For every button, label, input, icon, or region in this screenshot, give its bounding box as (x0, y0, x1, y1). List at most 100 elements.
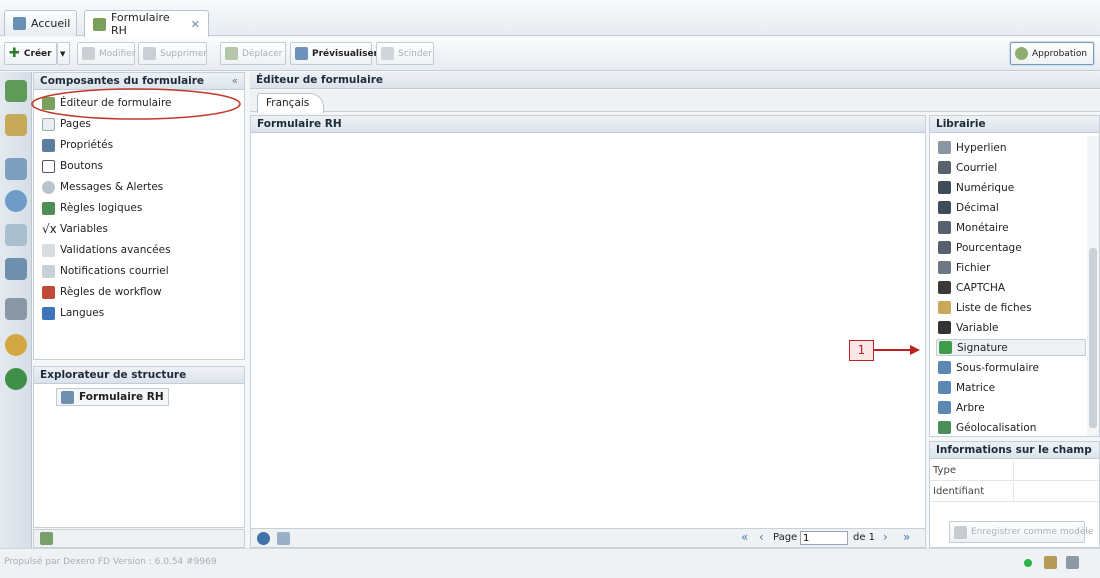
library-item-captcha[interactable]: CAPTCHA (936, 279, 1086, 296)
form-icon[interactable] (5, 158, 27, 180)
tab-francais[interactable]: Français (257, 93, 325, 113)
globe-lock-icon[interactable] (5, 190, 27, 212)
left-icon-rail (0, 72, 32, 548)
page-input[interactable] (800, 531, 848, 545)
hyperlink-icon (938, 141, 951, 154)
library-item-fichier[interactable]: Fichier (936, 259, 1086, 276)
preview-button[interactable]: Prévisualiser (290, 42, 378, 65)
library-item-label: Arbre (956, 401, 985, 414)
clock-icon[interactable] (5, 334, 27, 356)
library-item-label: Décimal (956, 201, 999, 214)
next-page-icon[interactable]: › (883, 530, 888, 544)
workflow-rules-icon (42, 285, 55, 299)
library-item-label: Liste de fiches (956, 301, 1032, 314)
library-item-décimal[interactable]: Décimal (936, 199, 1086, 216)
tree-node-form[interactable]: Formulaire RH (56, 388, 169, 406)
subform-icon (938, 361, 951, 374)
approval-button[interactable]: Approbation (1010, 42, 1094, 65)
library-item-arbre[interactable]: Arbre (936, 399, 1086, 416)
library-item-variable[interactable]: Variable (936, 319, 1086, 336)
delete-button[interactable]: Supprimer (138, 42, 207, 65)
modify-button[interactable]: Modifier (77, 42, 135, 65)
tab-bar: Accueil Formulaire RH ✕ (0, 0, 1100, 37)
tab-accueil[interactable]: Accueil (4, 10, 77, 36)
library-item-label: Courriel (956, 161, 998, 174)
library-item-liste-de-fiches[interactable]: Liste de fiches (936, 299, 1086, 316)
globe-icon[interactable] (5, 368, 27, 390)
button-icon (42, 159, 55, 173)
page-label: Page (773, 532, 798, 543)
library-item-label: Fichier (956, 261, 991, 274)
recycle-bin-icon[interactable] (40, 532, 53, 545)
editor-title: Éditeur de formulaire (250, 72, 1100, 89)
library-item-signature[interactable]: Signature (936, 339, 1086, 356)
library-scrollbar[interactable] (1087, 136, 1099, 436)
library-item-courriel[interactable]: Courriel (936, 159, 1086, 176)
help-book-icon[interactable] (1044, 556, 1057, 569)
save-template-label: Enregistrer comme modèle (971, 527, 1094, 537)
export-icon[interactable] (277, 532, 290, 545)
component-label: Boutons (60, 160, 103, 172)
numeric-icon (938, 181, 951, 194)
create-button[interactable]: ✚ Créer (4, 42, 57, 65)
online-status-icon (1024, 559, 1032, 567)
library-item-géolocalisation[interactable]: Géolocalisation (936, 419, 1086, 436)
component-item-logic-rules[interactable]: Règles logiques (42, 199, 142, 217)
version-text: Propulsé par Dexero FD Version : 6.0.54 … (4, 557, 217, 567)
approval-label: Approbation (1032, 48, 1088, 59)
report-icon[interactable] (5, 224, 27, 246)
tab-label: Accueil (31, 17, 71, 30)
save-template-button[interactable]: Enregistrer comme modèle (949, 521, 1093, 543)
component-label: Validations avancées (60, 244, 171, 256)
at-icon (938, 161, 951, 174)
home-nav-icon[interactable] (5, 80, 27, 102)
approval-icon (1015, 47, 1028, 60)
split-label: Scinder (398, 48, 432, 59)
component-label: Langues (60, 307, 105, 319)
library-item-monétaire[interactable]: Monétaire (936, 219, 1086, 236)
component-item-buttons[interactable]: Boutons (42, 157, 103, 175)
move-button[interactable]: Déplacer (220, 42, 286, 65)
tab-formulaire-rh[interactable]: Formulaire RH ✕ (84, 10, 209, 37)
first-page-icon[interactable]: « (741, 530, 748, 544)
component-item-validations[interactable]: Validations avancées (42, 241, 171, 259)
field-type-label: Type (933, 465, 956, 476)
pager-bar: « ‹ Page de 1 › » (251, 528, 925, 547)
logic-icon (42, 201, 55, 215)
workflow-icon[interactable] (5, 258, 27, 280)
create-dropdown-button[interactable]: ▼ (57, 42, 70, 65)
settings-icon[interactable] (1066, 556, 1079, 569)
language-icon (42, 306, 55, 320)
component-item-variables[interactable]: √x Variables (42, 220, 108, 238)
properties-icon (42, 138, 55, 152)
component-label: Notifications courriel (60, 265, 169, 277)
component-item-messages[interactable]: Messages & Alertes (42, 178, 163, 196)
database-icon[interactable] (5, 114, 27, 136)
form-canvas-title: Formulaire RH (251, 116, 925, 133)
library-item-matrice[interactable]: Matrice (936, 379, 1086, 396)
library-item-numérique[interactable]: Numérique (936, 179, 1086, 196)
component-item-languages[interactable]: Langues (42, 304, 104, 322)
field-id-label: Identifiant (933, 486, 985, 497)
scrollbar-thumb[interactable] (1089, 248, 1097, 428)
validation-icon (42, 243, 55, 257)
library-item-sous-formulaire[interactable]: Sous-formulaire (936, 359, 1086, 376)
components-panel: Composantes du formulaire « Éditeur de f… (31, 72, 245, 360)
form-node-icon (61, 390, 74, 404)
callout-arrow (874, 345, 920, 355)
component-item-notifications[interactable]: Notifications courriel (42, 262, 169, 280)
move-label: Déplacer (242, 48, 283, 59)
close-icon[interactable]: ✕ (191, 18, 200, 31)
last-page-icon[interactable]: » (903, 530, 910, 544)
field-info-panel: Informations sur le champ Type Identifia… (929, 441, 1100, 548)
component-item-workflow-rules[interactable]: Règles de workflow (42, 283, 162, 301)
component-label: Messages & Alertes (60, 181, 164, 193)
library-item-hyperlien[interactable]: Hyperlien (936, 139, 1086, 156)
page-count: de 1 (853, 532, 876, 543)
previous-page-icon[interactable]: ‹ (759, 530, 764, 544)
add-icon[interactable] (257, 532, 270, 545)
library-item-pourcentage[interactable]: Pourcentage (936, 239, 1086, 256)
tools-icon[interactable] (5, 298, 27, 320)
split-button[interactable]: Scinder (376, 42, 434, 65)
component-item-properties[interactable]: Propriétés (42, 136, 113, 154)
